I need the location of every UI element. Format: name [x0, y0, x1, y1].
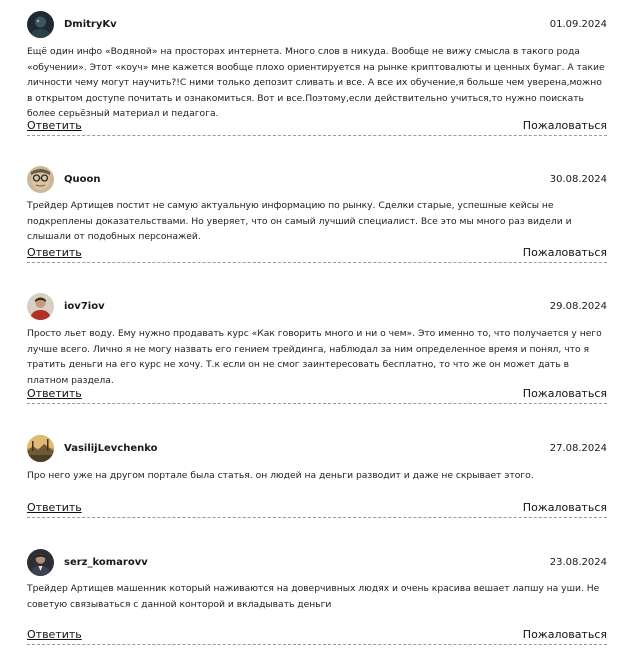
comment-header: DmitryKv 01.09.2024 — [27, 11, 607, 39]
reply-link[interactable]: Ответить — [27, 119, 82, 133]
comment-header: VasilijLevchenko 27.08.2024 — [27, 435, 607, 463]
username: Quoon — [64, 174, 101, 185]
comment-text: Про него уже на другом портале была стат… — [27, 470, 534, 481]
comment-header: iov7iov 29.08.2024 — [27, 293, 607, 321]
comments-list: DmitryKv 01.09.2024 Ещё один инфо «Водян… — [0, 0, 620, 655]
comment-header: serz_komarovv 23.08.2024 — [27, 549, 607, 577]
comment-actions: Ответить Пожаловаться — [27, 119, 607, 136]
comment-actions: Ответить Пожаловаться — [27, 387, 607, 404]
user-avatar[interactable] — [27, 11, 54, 38]
comment-actions: Ответить Пожаловаться — [27, 501, 607, 518]
reply-link[interactable]: Ответить — [27, 246, 82, 260]
avatar-dark-user-icon — [27, 11, 54, 38]
comment-date: 27.08.2024 — [549, 443, 607, 454]
report-link[interactable]: Пожаловаться — [523, 119, 607, 133]
username: VasilijLevchenko — [64, 443, 158, 454]
avatar-glasses-face-icon — [27, 166, 54, 193]
comment-item: serz_komarovv 23.08.2024 Трейдер Артищев… — [27, 549, 607, 645]
username: serz_komarovv — [64, 557, 148, 568]
comment-actions: Ответить Пожаловаться — [27, 246, 607, 263]
comment-date: 30.08.2024 — [549, 174, 607, 185]
comment-item: DmitryKv 01.09.2024 Ещё один инфо «Водян… — [27, 11, 607, 136]
comment-date: 23.08.2024 — [549, 557, 607, 568]
username: DmitryKv — [64, 19, 117, 30]
comment-text: Трейдер Артищев постит не самую актуальн… — [27, 200, 572, 242]
comment-date: 29.08.2024 — [549, 301, 607, 312]
avatar-red-shirt-icon — [27, 293, 54, 320]
avatar-suit-man-icon — [27, 549, 54, 576]
report-link[interactable]: Пожаловаться — [523, 501, 607, 515]
user-avatar[interactable] — [27, 549, 54, 576]
comment-actions: Ответить Пожаловаться — [27, 628, 607, 645]
comment-date: 01.09.2024 — [549, 19, 607, 30]
comment-item: Quoon 30.08.2024 Трейдер Артищев постит … — [27, 166, 607, 263]
report-link[interactable]: Пожаловаться — [523, 246, 607, 260]
reply-link[interactable]: Ответить — [27, 628, 82, 642]
comment-item: VasilijLevchenko 27.08.2024 Про него уже… — [27, 435, 607, 518]
comment-item: iov7iov 29.08.2024 Просто льет воду. Ему… — [27, 293, 607, 404]
reply-link[interactable]: Ответить — [27, 387, 82, 401]
user-avatar[interactable] — [27, 435, 54, 462]
report-link[interactable]: Пожаловаться — [523, 628, 607, 642]
username: iov7iov — [64, 301, 105, 312]
avatar-landscape-icon — [27, 435, 54, 462]
comment-text: Просто льет воду. Ему нужно продавать ку… — [27, 328, 602, 386]
comment-text: Трейдер Артищев машенник который наживаю… — [27, 583, 600, 610]
user-avatar[interactable] — [27, 293, 54, 320]
comment-header: Quoon 30.08.2024 — [27, 166, 607, 194]
report-link[interactable]: Пожаловаться — [523, 387, 607, 401]
user-avatar[interactable] — [27, 166, 54, 193]
reply-link[interactable]: Ответить — [27, 501, 82, 515]
comment-text: Ещё один инфо «Водяной» на просторах инт… — [27, 46, 605, 119]
